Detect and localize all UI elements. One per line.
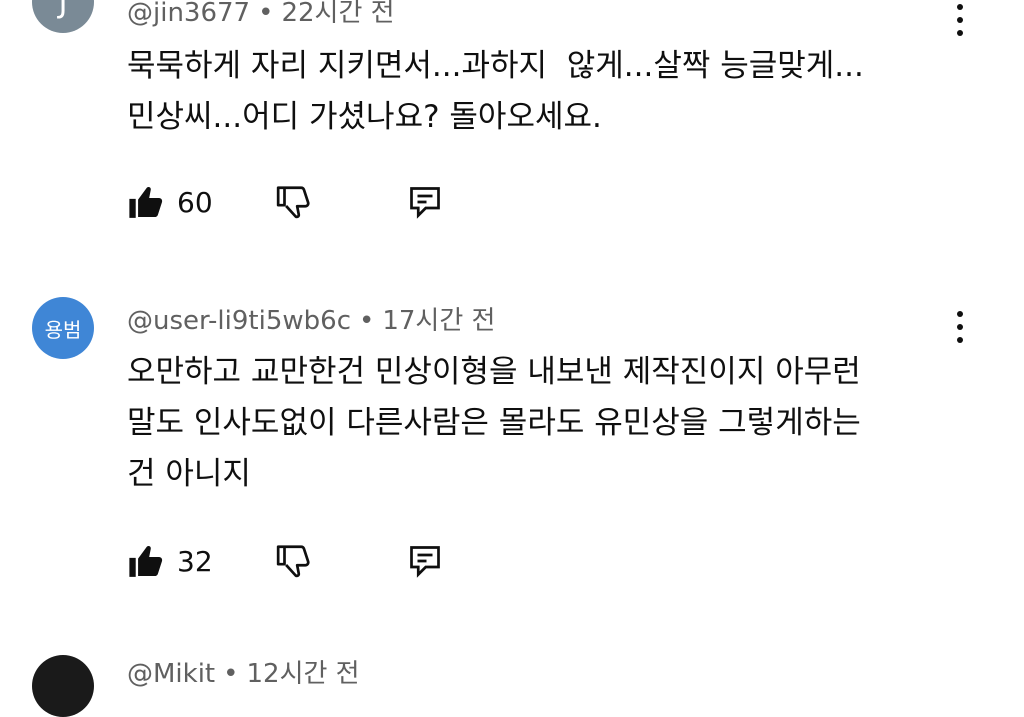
comment-author[interactable]: @jin3677 (127, 0, 250, 28)
reply-button[interactable] (407, 539, 443, 583)
comment-text: 묵묵하게 자리 지키면서...과하지 않게...살짝 능글맞게... 민상씨..… (127, 48, 864, 135)
more-options-icon[interactable] (944, 305, 976, 349)
meta-separator: • (223, 659, 239, 689)
comment-author[interactable]: @Mikit (127, 659, 215, 689)
comment-actions: 60 (127, 180, 467, 224)
comment-time[interactable]: 12시간 전 (246, 659, 359, 689)
comment-time[interactable]: 17시간 전 (382, 306, 495, 336)
like-button[interactable]: 32 (127, 539, 213, 583)
comment-time[interactable]: 22시간 전 (281, 0, 394, 28)
comment-author[interactable]: @user-li9ti5wb6c (127, 306, 351, 336)
thumbs-down-icon (276, 186, 310, 219)
more-options-icon[interactable] (944, 0, 976, 42)
comment-meta: @user-li9ti5wb6c • 17시간 전 (127, 300, 495, 337)
avatar[interactable]: 용범 (32, 297, 94, 359)
thumbs-up-icon (129, 546, 163, 577)
comment-text: 오만하고 교만한건 민상이형을 내보낸 제작진이지 아무런 말도 인사도없이 다… (127, 354, 861, 492)
comment-actions: 32 (127, 539, 467, 583)
dislike-button[interactable] (275, 539, 313, 583)
like-button[interactable]: 60 (127, 180, 213, 224)
meta-separator: • (258, 0, 274, 28)
reply-icon (410, 546, 440, 578)
avatar[interactable] (32, 655, 94, 717)
avatar-initial: J (58, 0, 68, 20)
reply-button[interactable] (407, 180, 443, 224)
comment-meta: @Mikit • 12시간 전 (127, 653, 360, 690)
avatar[interactable]: J (32, 0, 94, 33)
thumbs-down-icon (276, 545, 310, 578)
avatar-initial: 용범 (44, 317, 82, 342)
reply-icon (410, 187, 440, 219)
like-count: 60 (177, 185, 213, 219)
thumbs-up-icon (129, 187, 163, 218)
comment-meta: @jin3677 • 22시간 전 (127, 0, 395, 29)
dislike-button[interactable] (275, 180, 313, 224)
like-count: 32 (177, 544, 213, 578)
meta-separator: • (358, 306, 375, 336)
